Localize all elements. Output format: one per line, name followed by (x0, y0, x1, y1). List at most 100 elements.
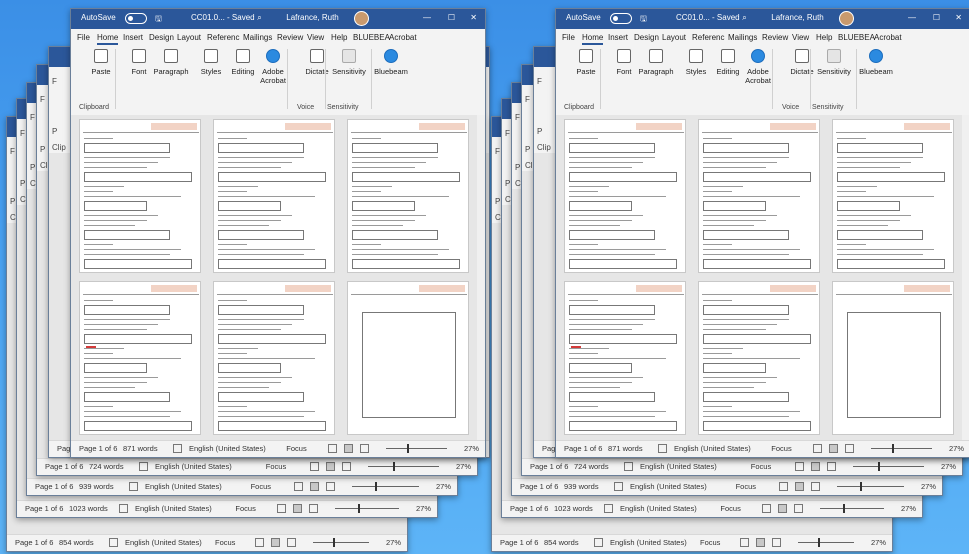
read-mode-icon[interactable] (255, 538, 264, 547)
zoom-level[interactable]: 27% (871, 538, 886, 547)
tab-acrobat[interactable]: Acrobat (874, 33, 902, 42)
proofing-icon[interactable] (624, 462, 633, 471)
print-layout-icon[interactable] (756, 538, 765, 547)
zoom-slider[interactable] (313, 542, 369, 543)
page-count[interactable]: Page 1 of 6 (500, 538, 538, 547)
language[interactable]: English (United States) (125, 538, 202, 547)
zoom-level[interactable]: 27% (941, 462, 956, 471)
zoom-slider[interactable] (367, 466, 439, 467)
language[interactable]: English (United States) (145, 482, 222, 491)
zoom-slider[interactable] (335, 508, 399, 509)
proofing-icon[interactable] (139, 462, 148, 471)
print-layout-icon[interactable] (778, 504, 788, 513)
read-mode-icon[interactable] (812, 444, 822, 453)
language[interactable]: English (United States) (620, 504, 697, 513)
focus-button[interactable]: Focus (215, 538, 235, 547)
page-count[interactable]: Page 1 of 6 (510, 504, 548, 513)
zoom-slider-thumb[interactable] (375, 482, 378, 491)
focus-button[interactable]: Focus (720, 504, 740, 513)
tab-file[interactable]: File (77, 33, 90, 42)
zoom-slider[interactable] (852, 466, 924, 467)
focus-button[interactable]: Focus (771, 444, 791, 453)
zoom-slider-thumb[interactable] (877, 462, 880, 471)
web-layout-icon[interactable] (826, 462, 836, 471)
focus-button[interactable]: Focus (751, 462, 771, 471)
page-count[interactable]: Page 1 of 6 (35, 482, 73, 491)
zoom-slider-thumb[interactable] (892, 444, 895, 453)
language[interactable]: English (United States) (610, 538, 687, 547)
proofing-icon[interactable] (119, 504, 128, 513)
web-layout-icon[interactable] (309, 504, 319, 513)
ribbon-button[interactable]: Sensitivity (329, 49, 369, 76)
proofing-icon[interactable] (129, 482, 138, 491)
word-count[interactable]: 1023 words (69, 504, 108, 513)
page-count[interactable]: Page 1 of 6 (15, 538, 53, 547)
close-button[interactable]: ✕ (470, 13, 477, 22)
tab-layout[interactable]: Layout (177, 33, 201, 42)
avatar[interactable] (839, 11, 855, 26)
tab-design[interactable]: Design (149, 33, 174, 42)
read-mode-icon[interactable] (327, 444, 337, 453)
word-count[interactable]: 871 words (123, 444, 158, 453)
search-icon[interactable]: ⌕ (742, 13, 746, 23)
language[interactable]: English (United States) (155, 462, 232, 471)
zoom-slider-thumb[interactable] (817, 538, 820, 547)
vertical-scrollbar[interactable] (477, 115, 485, 441)
zoom-slider[interactable] (870, 448, 932, 449)
avatar[interactable] (354, 11, 370, 26)
language[interactable]: English (United States) (189, 444, 266, 453)
word-count[interactable]: 854 words (544, 538, 579, 547)
autosave-toggle[interactable] (125, 13, 147, 24)
proofing-icon[interactable] (109, 538, 118, 547)
web-layout-icon[interactable] (844, 444, 854, 453)
tab-referenc[interactable]: Referenc (692, 33, 724, 42)
read-mode-icon[interactable] (277, 504, 287, 513)
language[interactable]: English (United States) (674, 444, 751, 453)
word-count[interactable]: 854 words (59, 538, 94, 547)
read-mode-icon[interactable] (794, 462, 804, 471)
web-layout-icon[interactable] (359, 444, 369, 453)
save-icon[interactable]: 🖫 (155, 13, 162, 27)
zoom-slider[interactable] (351, 486, 419, 487)
tab-mailings[interactable]: Mailings (728, 33, 757, 42)
search-icon[interactable]: ⌕ (257, 13, 261, 23)
focus-button[interactable]: Focus (736, 482, 756, 491)
web-layout-icon[interactable] (810, 482, 820, 491)
web-layout-icon[interactable] (287, 538, 296, 547)
zoom-slider-thumb[interactable] (332, 538, 335, 547)
page-count[interactable]: Page 1 of 6 (520, 482, 558, 491)
zoom-level[interactable]: 27% (949, 444, 964, 453)
print-layout-icon[interactable] (828, 444, 838, 453)
ribbon-button[interactable]: Bluebeam (371, 49, 411, 76)
vertical-scrollbar[interactable] (962, 115, 969, 441)
tab-layout[interactable]: Layout (662, 33, 686, 42)
word-count[interactable]: 724 words (574, 462, 609, 471)
proofing-icon[interactable] (604, 504, 613, 513)
web-layout-icon[interactable] (772, 538, 781, 547)
focus-button[interactable]: Focus (700, 538, 720, 547)
read-mode-icon[interactable] (740, 538, 749, 547)
tab-help[interactable]: Help (331, 33, 347, 42)
zoom-level[interactable]: 27% (416, 504, 431, 513)
zoom-slider-thumb[interactable] (392, 462, 395, 471)
tab-mailings[interactable]: Mailings (243, 33, 272, 42)
zoom-level[interactable]: 27% (464, 444, 479, 453)
tab-view[interactable]: View (792, 33, 809, 42)
read-mode-icon[interactable] (293, 482, 303, 491)
zoom-slider-thumb[interactable] (860, 482, 863, 491)
read-mode-icon[interactable] (309, 462, 319, 471)
tab-view[interactable]: View (307, 33, 324, 42)
page-count[interactable]: Page 1 of 6 (564, 444, 602, 453)
word-count[interactable]: 1023 words (554, 504, 593, 513)
tab-home[interactable]: Home (582, 33, 604, 45)
word-count[interactable]: 724 words (89, 462, 124, 471)
focus-button[interactable]: Focus (266, 462, 286, 471)
tab-review[interactable]: Review (277, 33, 303, 42)
minimize-button[interactable]: — (908, 13, 916, 22)
page-count[interactable]: Page 1 of 6 (25, 504, 63, 513)
page-count[interactable]: Page 1 of 6 (530, 462, 568, 471)
zoom-level[interactable]: 27% (456, 462, 471, 471)
ribbon-button[interactable]: Bluebeam (856, 49, 896, 76)
zoom-slider-thumb[interactable] (407, 444, 410, 453)
language[interactable]: English (United States) (640, 462, 717, 471)
